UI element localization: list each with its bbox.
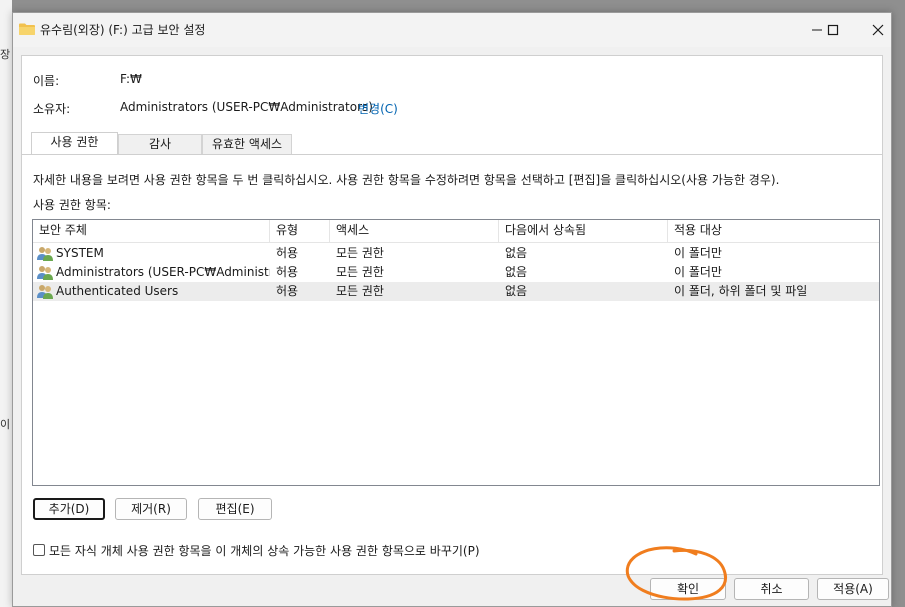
background-text-top: 장 bbox=[0, 48, 11, 61]
window-title: 유수림(외장) (F:) 고급 보안 설정 bbox=[40, 23, 206, 37]
annotation-circle bbox=[625, 546, 727, 601]
table-row[interactable]: Administrators (USER-PC₩Administra... 허용… bbox=[33, 263, 879, 282]
background-text-bottom: 이 bbox=[0, 418, 11, 431]
edit-button[interactable]: 편집(E) bbox=[198, 498, 272, 520]
title-bar[interactable]: 유수림(외장) (F:) 고급 보안 설정 bbox=[13, 13, 891, 47]
tab-divider bbox=[22, 154, 882, 155]
background-window-edge bbox=[0, 0, 12, 607]
permission-entries-list[interactable]: 보안 주체 유형 액세스 다음에서 상속됨 적용 대상 SYSTEM 허용 모든… bbox=[32, 219, 880, 486]
maximize-button[interactable] bbox=[811, 16, 855, 44]
cell-inherited: 없음 bbox=[505, 284, 528, 298]
cell-applies-to: 이 폴더만 bbox=[674, 246, 722, 260]
remove-button[interactable]: 제거(R) bbox=[115, 498, 187, 520]
cell-principal: Administrators (USER-PC₩Administra... bbox=[56, 265, 270, 279]
add-button[interactable]: 추가(D) bbox=[33, 498, 105, 520]
cell-applies-to: 이 폴더만 bbox=[674, 265, 722, 279]
cell-inherited: 없음 bbox=[505, 246, 528, 260]
cell-inherited: 없음 bbox=[505, 265, 528, 279]
cell-access: 모든 권한 bbox=[336, 265, 384, 279]
folder-icon bbox=[19, 23, 35, 35]
table-row[interactable]: SYSTEM 허용 모든 권한 없음 이 폴더만 bbox=[33, 244, 879, 263]
name-label: 이름: bbox=[33, 74, 60, 88]
permission-entries-label: 사용 권한 항목: bbox=[33, 198, 111, 212]
tab-permissions[interactable]: 사용 권한 bbox=[31, 132, 118, 154]
maximize-icon bbox=[827, 24, 839, 36]
name-value: F:₩ bbox=[120, 72, 142, 86]
column-header-inherited[interactable]: 다음에서 상속됨 bbox=[499, 220, 668, 242]
cell-access: 모든 권한 bbox=[336, 246, 384, 260]
replace-permissions-checkbox[interactable] bbox=[33, 544, 45, 556]
cell-type: 허용 bbox=[276, 284, 299, 298]
tab-auditing[interactable]: 감사 bbox=[118, 134, 202, 154]
cell-applies-to: 이 폴더, 하위 폴더 및 파일 bbox=[674, 284, 808, 298]
cell-principal: SYSTEM bbox=[56, 246, 104, 260]
cell-type: 허용 bbox=[276, 246, 299, 260]
cell-type: 허용 bbox=[276, 265, 299, 279]
cancel-button[interactable]: 취소 bbox=[734, 578, 809, 600]
column-header-access[interactable]: 액세스 bbox=[330, 220, 499, 242]
cell-access: 모든 권한 bbox=[336, 284, 384, 298]
list-header: 보안 주체 유형 액세스 다음에서 상속됨 적용 대상 bbox=[33, 220, 879, 243]
column-header-principal[interactable]: 보안 주체 bbox=[33, 220, 270, 242]
permissions-description: 자세한 내용을 보려면 사용 권한 항목을 두 번 클릭하십시오. 사용 권한 … bbox=[33, 173, 780, 187]
owner-value: Administrators (USER-PC₩Administrators) bbox=[120, 100, 373, 114]
column-header-applies-to[interactable]: 적용 대상 bbox=[668, 220, 879, 242]
apply-button[interactable]: 적용(A) bbox=[817, 578, 889, 600]
advanced-security-dialog: 유수림(외장) (F:) 고급 보안 설정 이름: F:₩ 소유자: Admin… bbox=[12, 12, 892, 607]
table-row-selected[interactable]: Authenticated Users 허용 모든 권한 없음 이 폴더, 하위… bbox=[33, 282, 879, 301]
replace-permissions-label[interactable]: 모든 자식 개체 사용 권한 항목을 이 개체의 상속 가능한 사용 권한 항목… bbox=[49, 542, 480, 559]
owner-label: 소유자: bbox=[33, 102, 71, 116]
close-icon bbox=[872, 24, 884, 36]
cell-principal: Authenticated Users bbox=[56, 284, 179, 298]
change-owner-link[interactable]: 변경(C) bbox=[358, 100, 398, 117]
close-button[interactable] bbox=[856, 16, 900, 44]
dialog-content: 이름: F:₩ 소유자: Administrators (USER-PC₩Adm… bbox=[21, 55, 883, 575]
tab-effective-access[interactable]: 유효한 액세스 bbox=[202, 134, 292, 154]
column-header-type[interactable]: 유형 bbox=[270, 220, 330, 242]
